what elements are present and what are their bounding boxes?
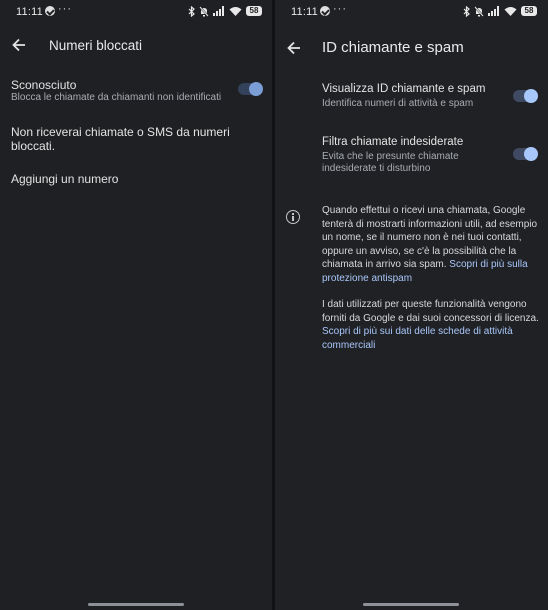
spam-protection-link[interactable]: Scopri di più sulla	[449, 259, 527, 270]
back-arrow-icon[interactable]	[9, 35, 29, 55]
caller-id-info-paragraph: Quando effettui o ricevi una chiamata, G…	[322, 204, 544, 286]
setting-subtitle-line-2: indesiderate ti disturbino	[322, 163, 431, 174]
info-line: Quando effettui o ricevi una chiamata, G…	[322, 205, 526, 216]
data-sources-paragraph: I dati utilizzati per queste funzionalit…	[322, 298, 544, 352]
setting-subtitle: Blocca le chiamate da chiamanti non iden…	[11, 92, 222, 103]
info-icon	[286, 210, 300, 224]
page-title: ID chiamante e spam	[322, 39, 464, 56]
setting-title: Visualizza ID chiamante e spam	[322, 83, 486, 95]
blocked-numbers-screen: 11:11 ··· 58 Numeri bloccati Sconosciuto…	[0, 0, 272, 610]
status-bar: 11:11 ··· 58	[0, 0, 272, 24]
business-data-link[interactable]: Scopri di più sui dati delle schede di a…	[322, 325, 544, 339]
setting-subtitle-line-1: Evita che le presunte chiamate	[322, 151, 459, 162]
battery-icon: 58	[521, 6, 537, 16]
status-icons: 58	[188, 5, 262, 17]
telegram-icon	[320, 6, 330, 16]
more-notifications-icon: ···	[333, 3, 347, 15]
setting-subtitle: Identifica numeri di attività e spam	[322, 98, 474, 109]
status-time: 11:11	[291, 6, 318, 18]
info-line: tenterà di mostrarti informazioni utili,…	[322, 218, 538, 230]
info-line: oppure un avviso, se c'è la possibilità …	[322, 245, 517, 257]
wifi-icon	[504, 7, 517, 16]
info-line: un nome, se il numero non è nei tuoi con…	[322, 232, 522, 244]
page-title: Numeri bloccati	[49, 38, 143, 53]
more-notifications-icon: ···	[58, 3, 72, 15]
info-text: chiamata in arrivo sia spam.	[322, 259, 450, 271]
telegram-icon	[45, 6, 55, 16]
bluetooth-icon	[188, 5, 195, 17]
toggle-knob	[524, 147, 538, 161]
info-line: I dati utilizzati per queste funzionalit…	[322, 299, 527, 310]
bell-off-icon	[474, 5, 484, 17]
cell-signal-icon	[213, 6, 224, 16]
caller-id-toggle[interactable]	[513, 89, 538, 103]
business-data-link[interactable]: commerciali	[322, 339, 544, 353]
info-line: forniti da Google e dai suoi concessori …	[322, 312, 539, 324]
cell-signal-icon	[488, 6, 499, 16]
info-line: chiamata in arrivo sia spam. Scopri di p…	[322, 258, 544, 272]
status-bar: 11:11 ··· 58	[275, 0, 548, 24]
wifi-icon	[229, 7, 242, 16]
status-icons: 58	[463, 5, 537, 17]
top-app-bar: Numeri bloccati	[0, 24, 272, 68]
blocked-notice: Non riceverai chiamate o SMS da numeri b…	[11, 125, 230, 153]
top-app-bar: ID chiamante e spam	[275, 28, 548, 72]
caller-id-spam-screen: 11:11 ··· 58 ID chiamante e spam Visuali…	[275, 0, 548, 610]
bell-off-icon	[199, 5, 209, 17]
spam-protection-link[interactable]: protezione antispam	[322, 272, 544, 286]
filter-spam-toggle[interactable]	[513, 147, 538, 161]
battery-icon: 58	[246, 6, 262, 16]
gesture-nav-bar[interactable]	[88, 603, 184, 606]
setting-title: Sconosciuto	[11, 78, 77, 92]
split-screen: 11:11 ··· 58 Numeri bloccati Sconosciuto…	[0, 0, 548, 610]
gesture-nav-bar[interactable]	[363, 603, 459, 606]
back-arrow-icon[interactable]	[284, 38, 304, 58]
unknown-callers-toggle[interactable]	[238, 82, 263, 96]
toggle-knob	[249, 82, 263, 96]
toggle-knob	[524, 89, 538, 103]
status-time: 11:11	[16, 6, 43, 18]
setting-title: Filtra chiamate indesiderate	[322, 136, 464, 148]
add-number-button[interactable]: Aggiungi un numero	[11, 172, 118, 186]
bluetooth-icon	[463, 5, 470, 17]
